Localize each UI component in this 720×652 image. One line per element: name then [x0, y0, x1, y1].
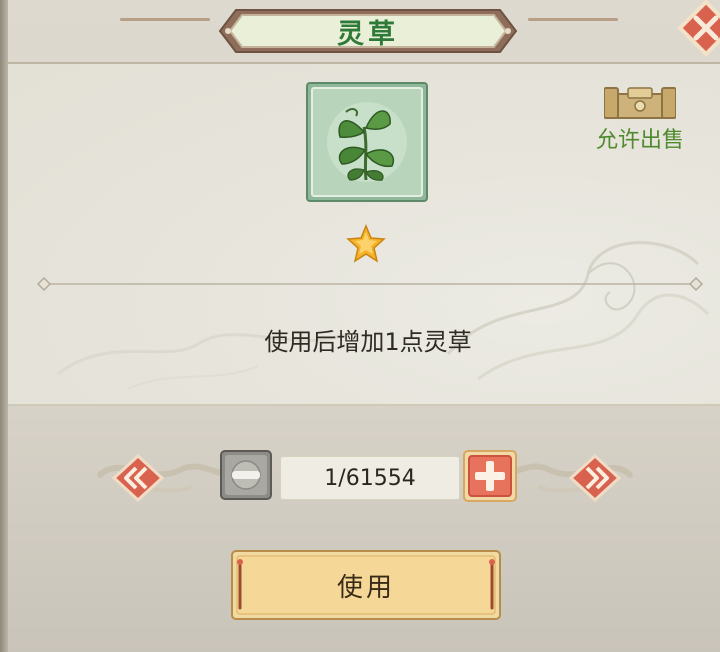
- minus-icon: [220, 450, 272, 500]
- item-star-rating: [346, 224, 386, 264]
- plus-icon: [463, 450, 517, 502]
- star-icon: [346, 224, 386, 263]
- use-button[interactable]: 使用: [231, 550, 501, 620]
- dialog-title: 灵草: [337, 18, 399, 50]
- cloud-pattern: [446, 241, 710, 381]
- sell-stamp-icon: [603, 84, 677, 122]
- item-icon-frame: [306, 82, 428, 202]
- item-description: 使用后增加1点灵草: [264, 328, 472, 356]
- close-button[interactable]: [676, 0, 720, 60]
- previous-button[interactable]: [111, 453, 165, 503]
- section-divider: [34, 274, 706, 294]
- top-rule-left: [120, 18, 210, 21]
- item-detail-dialog: 灵草 使用后增加1点灵草 允许出售 1/61554 使用: [0, 0, 720, 652]
- increase-quantity-button[interactable]: [463, 450, 517, 502]
- use-button-label: 使用: [336, 572, 395, 603]
- next-button[interactable]: [568, 453, 622, 503]
- decrease-quantity-button[interactable]: [220, 450, 272, 500]
- double-chevron-right-icon: [568, 453, 622, 503]
- sell-status-label: 允许出售: [595, 128, 684, 153]
- herb-plant-icon: [306, 82, 428, 202]
- double-chevron-left-icon: [111, 453, 165, 503]
- title-plate: 灵草: [214, 8, 522, 54]
- top-rule-right: [528, 18, 618, 21]
- close-icon: [677, 0, 720, 57]
- quantity-display: 1/61554: [280, 456, 460, 500]
